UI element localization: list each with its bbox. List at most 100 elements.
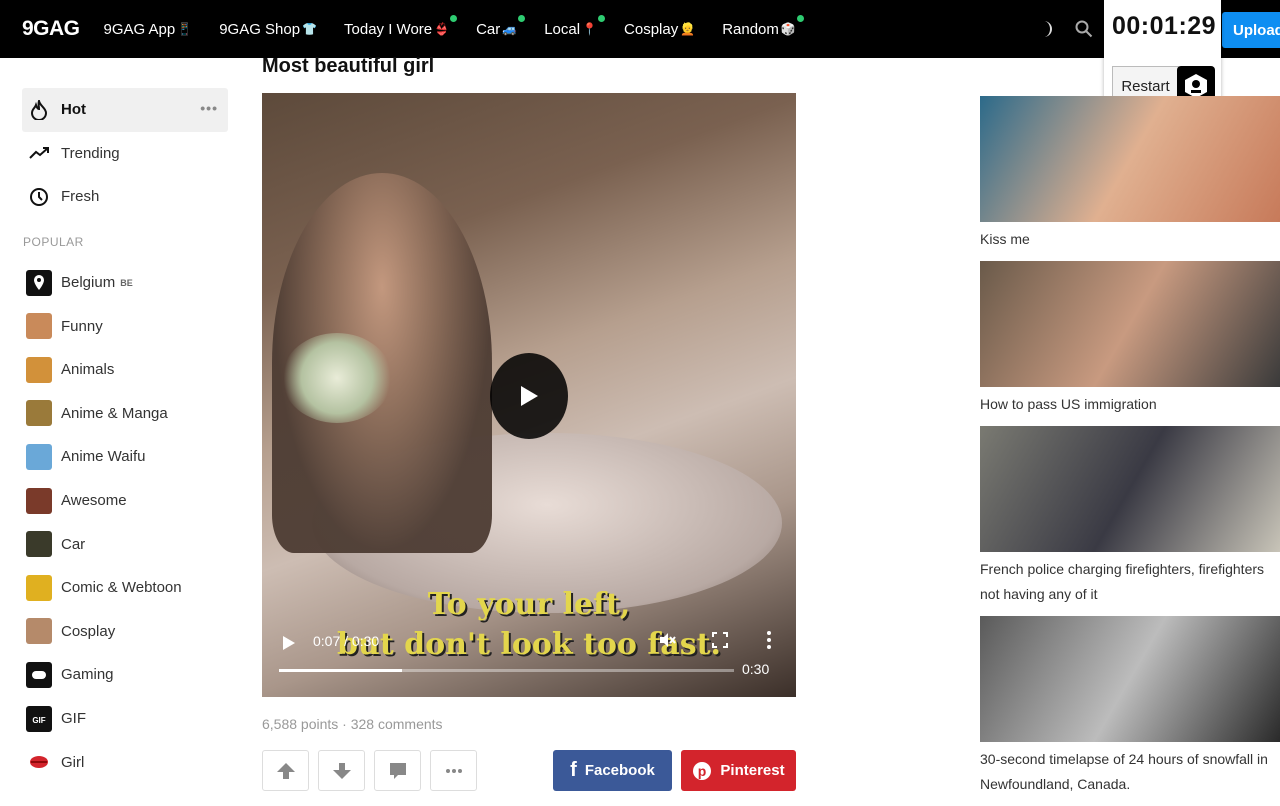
comment-button[interactable] [374, 750, 421, 791]
video-progress-bar[interactable] [279, 669, 734, 672]
sidebar-item-label: Anime Waifu [61, 448, 146, 466]
sidebar-item-label: Awesome [61, 492, 127, 510]
more-actions-button[interactable] [430, 750, 477, 791]
video-controls: 0:07 / 0:30 0:30 [262, 618, 796, 697]
sidebar-item-label: Comic & Webtoon [61, 579, 182, 597]
related-post-title[interactable]: Kiss me [980, 227, 1280, 252]
sidebar-item-popular[interactable]: Anime Waifu [22, 435, 228, 479]
related-post-card[interactable]: How to pass US immigration [980, 261, 1280, 417]
nav-item[interactable]: Random 🎲 [722, 14, 804, 38]
nav-emoji-icon: 📍 [582, 22, 598, 36]
related-post-card[interactable]: 30-second timelapse of 24 hours of snowf… [980, 616, 1280, 797]
sidebar-item-label: Funny [61, 317, 103, 335]
post-actions [262, 750, 477, 791]
svg-text:GIF: GIF [32, 716, 45, 725]
sidebar-item-popular[interactable]: Anime & Manga [22, 392, 228, 436]
9gag-logo[interactable]: 9GAG [22, 17, 80, 41]
left-sidebar: Hot ••• Trending Fresh POPULAR Belgium BE… [22, 88, 228, 784]
sidebar-item-popular[interactable]: Girl [22, 740, 228, 784]
nav-item[interactable]: Today I Wore 👙 [344, 14, 458, 38]
new-indicator-dot [598, 14, 606, 22]
section-thumbnail-icon [26, 487, 52, 514]
new-indicator-dot [450, 14, 458, 22]
upvote-button[interactable] [262, 750, 309, 791]
related-post-title[interactable]: 30-second timelapse of 24 hours of snowf… [980, 747, 1280, 797]
trending-icon [26, 140, 52, 166]
section-thumbnail-icon [26, 661, 52, 688]
section-thumbnail-icon [26, 443, 52, 470]
sidebar-item-hot[interactable]: Hot ••• [22, 88, 228, 132]
share-pinterest-label: Pinterest [720, 762, 785, 779]
fire-icon [26, 97, 52, 123]
sidebar-item-label: Belgium [61, 274, 116, 292]
nav-item[interactable]: Local 📍 [544, 14, 606, 38]
play-icon[interactable] [282, 635, 296, 651]
share-facebook-button[interactable]: f Facebook [553, 750, 672, 791]
sidebar-item-label: Car [61, 535, 86, 553]
nav-item-label: Cosplay [624, 20, 679, 38]
sidebar-item-popular[interactable]: GIF GIF [22, 697, 228, 741]
section-thumbnail-icon: GIF [26, 705, 52, 732]
post-title[interactable]: Most beautiful girl [262, 55, 434, 78]
video-menu-icon[interactable] [767, 631, 771, 649]
sidebar-item-fresh[interactable]: Fresh [22, 175, 228, 219]
section-thumbnail-icon [26, 269, 52, 296]
section-thumbnail-icon [26, 313, 52, 340]
sidebar-item-label: Gaming [61, 666, 114, 684]
sidebar-item-popular[interactable]: Comic & Webtoon [22, 566, 228, 610]
new-indicator-dot [796, 14, 804, 22]
downvote-icon [332, 762, 351, 779]
related-post-thumbnail[interactable] [980, 616, 1280, 742]
mute-icon[interactable] [658, 631, 676, 649]
related-post-card[interactable]: French police charging firefighters, fir… [980, 426, 1280, 607]
nav-item[interactable]: Car 🚙 [476, 14, 526, 38]
nav-item-label: Random [722, 20, 779, 38]
sidebar-item-label: Trending [61, 144, 120, 162]
related-post-thumbnail[interactable] [980, 96, 1280, 222]
more-icon [445, 768, 462, 773]
section-thumbnail-icon [26, 400, 52, 427]
related-post-title[interactable]: How to pass US immigration [980, 392, 1280, 417]
share-facebook-label: Facebook [584, 762, 655, 779]
nav-emoji-icon: 🎲 [780, 22, 796, 36]
downvote-button[interactable] [318, 750, 365, 791]
video-player[interactable]: To your left, but don't look too fast. 0… [262, 93, 796, 697]
nav-item-label: Local [544, 20, 581, 38]
sidebar-item-label: Anime & Manga [61, 404, 168, 422]
post-meta[interactable]: 6,588 points · 328 comments [262, 716, 443, 732]
related-post-card[interactable]: Kiss me [980, 96, 1280, 252]
top-navbar: 9GAG 9GAG App 📱 9GAG Shop 👕 Today I Wore 👙 Car… [0, 0, 1280, 58]
nav-item[interactable]: 9GAG App 📱 [104, 21, 193, 38]
nav-emoji-icon: 👱 [680, 22, 696, 36]
section-thumbnail-icon [26, 618, 52, 645]
upload-button[interactable]: Upload [1222, 12, 1280, 48]
related-post-thumbnail[interactable] [980, 426, 1280, 552]
sidebar-item-popular[interactable]: Gaming [22, 653, 228, 697]
nav-item[interactable]: Cosplay 👱 [624, 21, 695, 38]
more-options-icon[interactable]: ••• [200, 100, 218, 116]
sidebar-item-label: Girl [61, 753, 85, 771]
related-post-thumbnail[interactable] [980, 261, 1280, 387]
video-progress-fill [279, 669, 402, 672]
sidebar-item-popular[interactable]: Cosplay [22, 610, 228, 654]
section-thumbnail-icon [26, 356, 52, 383]
video-time: 0:07 / 0:30 [313, 633, 380, 649]
comment-icon [389, 762, 406, 779]
related-post-title[interactable]: French police charging firefighters, fir… [980, 557, 1280, 607]
nav-emoji-icon: 📱 [177, 22, 193, 36]
sidebar-item-trending[interactable]: Trending [22, 132, 228, 176]
search-icon[interactable] [1075, 20, 1093, 38]
sidebar-item-popular[interactable]: Car [22, 522, 228, 566]
share-pinterest-button[interactable]: p Pinterest [681, 750, 796, 791]
dark-mode-icon[interactable] [1036, 20, 1052, 38]
sidebar-item-popular[interactable]: Animals [22, 348, 228, 392]
sidebar-item-popular[interactable]: Funny [22, 304, 228, 348]
nav-item[interactable]: 9GAG Shop 👕 [219, 21, 317, 38]
country-flag-label: BE [120, 277, 133, 288]
play-overlay-button[interactable] [490, 353, 568, 439]
nav-item-label: Today I Wore [344, 20, 433, 38]
sidebar-item-popular[interactable]: Awesome [22, 479, 228, 523]
sidebar-item-label: Animals [61, 361, 115, 379]
sidebar-item-popular[interactable]: Belgium BE [22, 261, 228, 305]
fullscreen-icon[interactable] [712, 632, 728, 648]
